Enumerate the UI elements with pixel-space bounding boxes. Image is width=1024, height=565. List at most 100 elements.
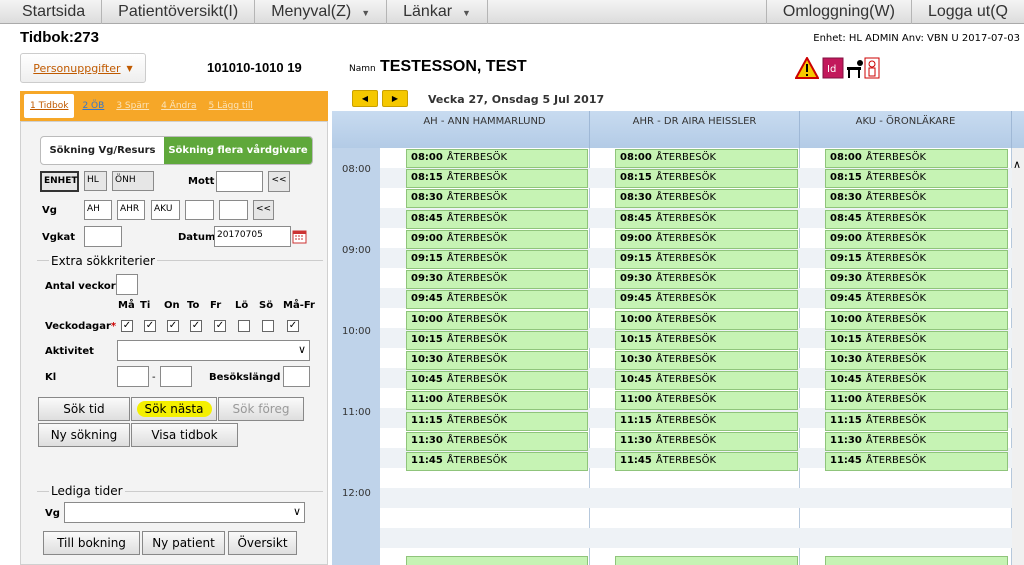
appointment-slot-partial[interactable] — [406, 556, 588, 565]
appointment-slot[interactable]: 10:00 ÅTERBESÖK — [406, 310, 588, 330]
appointment-slot[interactable]: 11:15 ÅTERBESÖK — [825, 411, 1008, 431]
appointment-slot[interactable]: 09:15 ÅTERBESÖK — [615, 250, 798, 269]
appointment-slot[interactable]: 08:45 ÅTERBESÖK — [825, 209, 1008, 229]
appointment-slot[interactable]: 10:45 ÅTERBESÖK — [615, 371, 798, 391]
search-flera-button[interactable]: Sökning flera vårdgivare — [164, 137, 312, 164]
appointment-slot[interactable]: 10:00 ÅTERBESÖK — [615, 310, 798, 330]
weekday-checkbox[interactable] — [262, 320, 274, 332]
appointment-slot[interactable]: 11:15 ÅTERBESÖK — [406, 411, 588, 431]
personuppgifter-button[interactable]: Personuppgifter ▼ — [20, 53, 146, 83]
aktivitet-select[interactable]: ∨ — [117, 340, 310, 361]
appointment-slot-partial[interactable] — [615, 556, 798, 565]
appointment-slot[interactable]: 10:15 ÅTERBESÖK — [615, 330, 798, 350]
prev-week-button[interactable]: ◀ — [352, 90, 378, 107]
weekday-checkbox[interactable]: ✓ — [287, 320, 299, 332]
appointment-slot[interactable]: 08:00 ÅTERBESÖK — [615, 149, 798, 168]
enhet-field[interactable]: ENHET — [40, 171, 79, 192]
appointment-slot[interactable]: 09:15 ÅTERBESÖK — [406, 250, 588, 269]
appointment-slot[interactable]: 10:45 ÅTERBESÖK — [406, 371, 588, 391]
appointment-slot[interactable]: 08:45 ÅTERBESÖK — [615, 209, 798, 229]
ny-sokning-button[interactable]: Ny sökning — [38, 423, 130, 447]
tab-sparr[interactable]: 3 Spärr — [112, 98, 153, 114]
oversikt-button[interactable]: Översikt — [228, 531, 297, 555]
vg-input-4[interactable] — [185, 200, 214, 220]
column-header[interactable]: AHR - DR AIRA HEISSLER — [590, 111, 800, 148]
column-header[interactable]: AKU - ÖRONLÄKARE — [800, 111, 1012, 148]
sok-tid-button[interactable]: Sök tid — [38, 397, 130, 421]
visa-tidbok-button[interactable]: Visa tidbok — [131, 423, 238, 447]
menu-startsida[interactable]: Startsida — [0, 0, 103, 24]
appointment-slot[interactable]: 08:30 ÅTERBESÖK — [406, 189, 588, 209]
appointment-slot[interactable]: 10:45 ÅTERBESÖK — [825, 371, 1008, 391]
antal-veckor-input[interactable] — [116, 274, 138, 295]
id-icon[interactable]: Id — [822, 57, 844, 79]
appointment-slot[interactable]: 11:30 ÅTERBESÖK — [406, 431, 588, 451]
appointment-slot[interactable]: 09:45 ÅTERBESÖK — [825, 290, 1008, 310]
menu-patientoversikt[interactable]: Patientöversikt(I) — [102, 0, 256, 24]
appointment-slot[interactable]: 10:30 ÅTERBESÖK — [825, 351, 1008, 370]
appointment-slot[interactable]: 09:30 ÅTERBESÖK — [825, 270, 1008, 290]
appointment-slot[interactable]: 08:45 ÅTERBESÖK — [406, 209, 588, 229]
sok-foreg-button[interactable]: Sök föreg — [218, 397, 304, 421]
menu-menyval[interactable]: Menyval(Z) ▼ — [255, 0, 388, 24]
appointment-slot[interactable]: 09:15 ÅTERBESÖK — [825, 250, 1008, 269]
lediga-vg-select[interactable]: ∨ — [64, 502, 305, 523]
besokslangd-input[interactable] — [283, 366, 310, 387]
weekday-checkbox[interactable]: ✓ — [144, 320, 156, 332]
tab-tidbok[interactable]: 1 Tidbok — [24, 94, 75, 118]
appointment-slot[interactable]: 11:15 ÅTERBESÖK — [615, 411, 798, 431]
till-bokning-button[interactable]: Till bokning — [43, 531, 140, 555]
appointment-slot[interactable]: 10:00 ÅTERBESÖK — [825, 310, 1008, 330]
appointment-slot[interactable]: 10:15 ÅTERBESÖK — [406, 330, 588, 350]
weekday-checkbox[interactable]: ✓ — [214, 320, 226, 332]
menu-lankar[interactable]: Länkar ▼ — [387, 0, 488, 24]
kl-from-input[interactable] — [117, 366, 149, 387]
appointment-slot[interactable]: 08:00 ÅTERBESÖK — [406, 149, 588, 168]
weekday-checkbox[interactable]: ✓ — [121, 320, 133, 332]
person-icon[interactable] — [864, 57, 880, 79]
next-week-button[interactable]: ▶ — [382, 90, 408, 107]
appointment-slot[interactable]: 08:15 ÅTERBESÖK — [825, 169, 1008, 189]
sok-nasta-button[interactable]: Sök nästa — [131, 397, 217, 421]
tab-ob[interactable]: 2 ÖB — [78, 98, 108, 114]
appointment-slot[interactable]: 11:45 ÅTERBESÖK — [825, 452, 1008, 471]
appointment-slot[interactable]: 11:00 ÅTERBESÖK — [825, 391, 1008, 411]
appointment-slot[interactable]: 08:30 ÅTERBESÖK — [825, 189, 1008, 209]
weekday-checkbox[interactable]: ✓ — [167, 320, 179, 332]
search-vg-resurs-button[interactable]: Sökning Vg/Resurs — [41, 137, 164, 164]
appointment-slot[interactable]: 08:15 ÅTERBESÖK — [406, 169, 588, 189]
appointment-slot[interactable]: 11:30 ÅTERBESÖK — [615, 431, 798, 451]
appointment-slot[interactable]: 11:45 ÅTERBESÖK — [406, 452, 588, 471]
warning-icon[interactable] — [795, 57, 819, 79]
tab-lagg-till[interactable]: 5 Lägg till — [204, 98, 256, 114]
appointment-slot[interactable]: 11:30 ÅTERBESÖK — [825, 431, 1008, 451]
vg-input-3[interactable]: AKU — [151, 200, 180, 220]
appointment-slot[interactable]: 11:45 ÅTERBESÖK — [615, 452, 798, 471]
menu-omloggning[interactable]: Omloggning(W) — [765, 0, 912, 24]
appointment-slot[interactable]: 09:00 ÅTERBESÖK — [615, 229, 798, 249]
appointment-slot[interactable]: 10:15 ÅTERBESÖK — [825, 330, 1008, 350]
appointment-slot[interactable]: 09:30 ÅTERBESÖK — [615, 270, 798, 290]
onh-field[interactable]: ÖNH — [112, 171, 154, 191]
appointment-slot[interactable]: 09:00 ÅTERBESÖK — [825, 229, 1008, 249]
appointment-slot[interactable]: 10:30 ÅTERBESÖK — [615, 351, 798, 370]
appointment-slot[interactable]: 08:30 ÅTERBESÖK — [615, 189, 798, 209]
mott-input[interactable] — [216, 171, 263, 192]
appointment-slot-partial[interactable] — [825, 556, 1008, 565]
vgkat-input[interactable] — [84, 226, 122, 247]
tab-andra[interactable]: 4 Ändra — [157, 98, 200, 114]
vg-input-1[interactable]: AH — [84, 200, 112, 220]
scrollbar[interactable]: ∧ — [1012, 148, 1024, 565]
appointment-slot[interactable]: 08:00 ÅTERBESÖK — [825, 149, 1008, 168]
ny-patient-button[interactable]: Ny patient — [142, 531, 225, 555]
kl-to-input[interactable] — [160, 366, 192, 387]
appointment-slot[interactable]: 11:00 ÅTERBESÖK — [406, 391, 588, 411]
vg-input-5[interactable] — [219, 200, 248, 220]
mott-arrow-button[interactable]: << — [268, 171, 290, 192]
column-header[interactable]: AH - ANN HAMMARLUND — [380, 111, 590, 148]
hl-field[interactable]: HL — [84, 171, 107, 191]
appointment-slot[interactable]: 10:30 ÅTERBESÖK — [406, 351, 588, 370]
appointment-slot[interactable]: 09:00 ÅTERBESÖK — [406, 229, 588, 249]
wheelchair-icon[interactable] — [845, 57, 865, 79]
appointment-slot[interactable]: 11:00 ÅTERBESÖK — [615, 391, 798, 411]
